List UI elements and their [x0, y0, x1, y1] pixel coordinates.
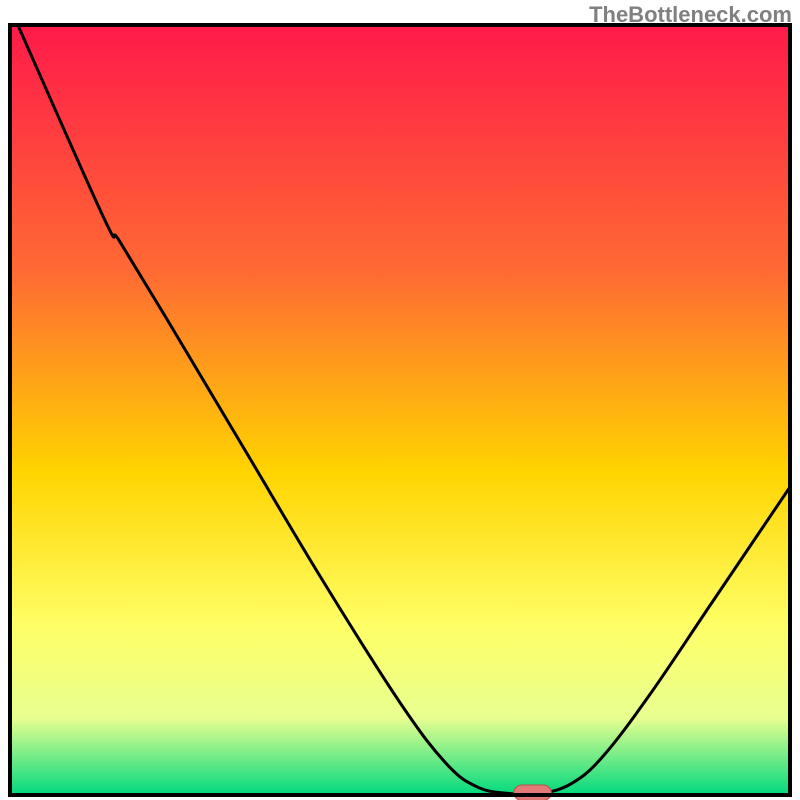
gradient-background	[10, 25, 790, 795]
watermark-text: TheBottleneck.com	[589, 2, 792, 28]
bottleneck-chart: TheBottleneck.com	[0, 0, 800, 800]
chart-svg	[0, 0, 800, 800]
optimal-marker	[514, 785, 551, 800]
